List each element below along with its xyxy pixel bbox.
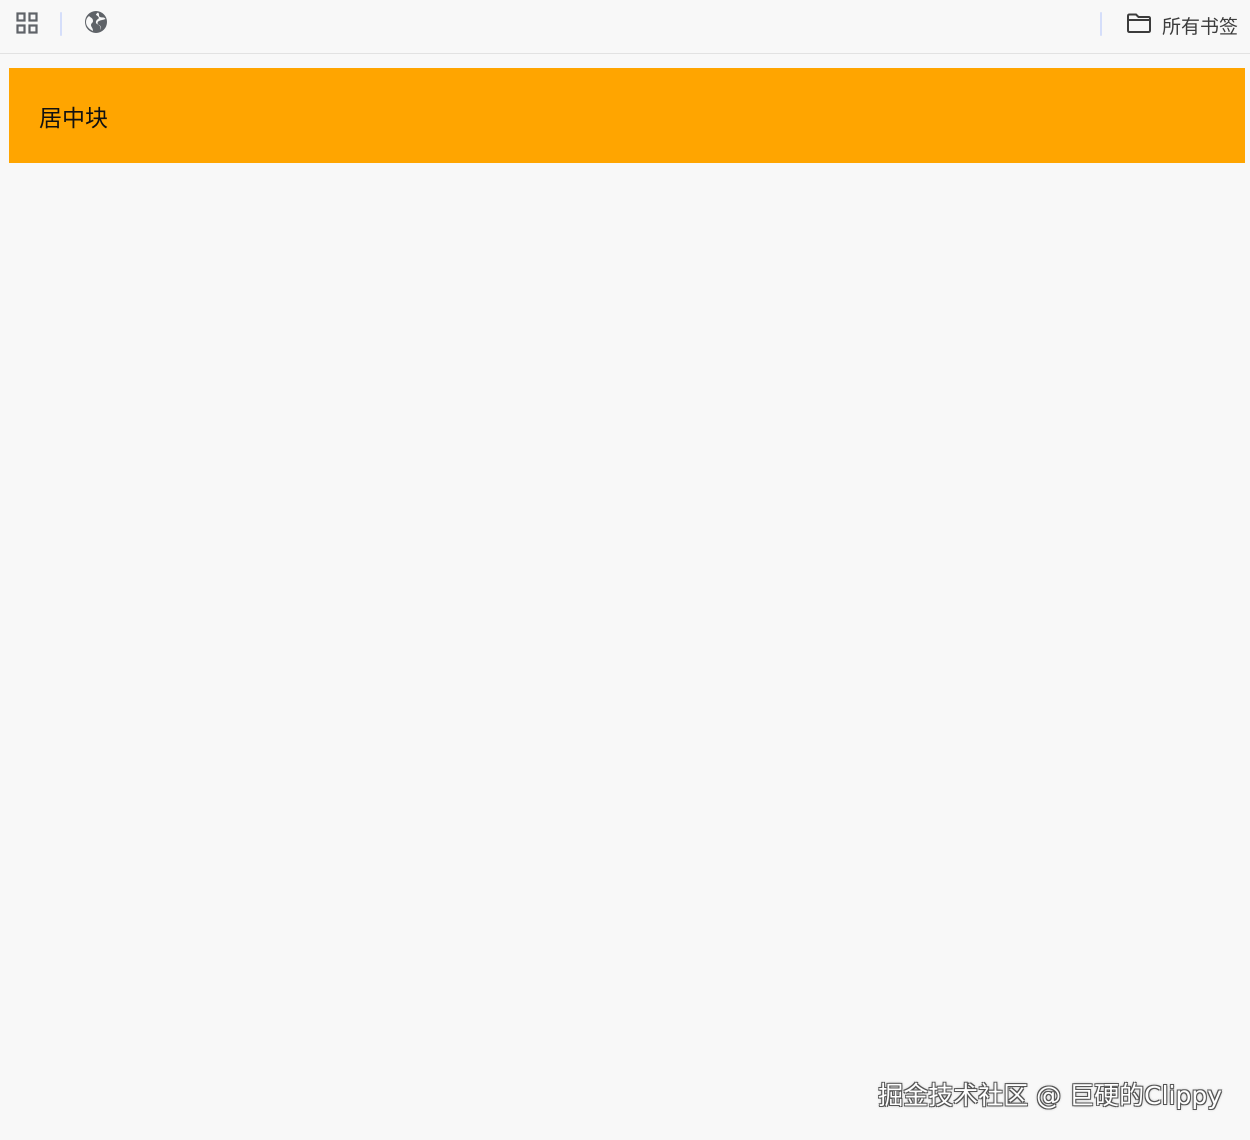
all-bookmarks-button[interactable]: 所有书签	[1120, 8, 1244, 42]
web-bookmark-button[interactable]	[81, 9, 111, 39]
bookmarks-separator	[1100, 12, 1102, 36]
all-bookmarks-label: 所有书签	[1162, 15, 1239, 38]
watermark: 掘金技术社区 @ 巨硬的Clippy	[878, 1081, 1222, 1110]
bookmarks-bar: 所有书签	[0, 0, 1250, 54]
apps-button[interactable]	[12, 10, 42, 40]
center-block-text: 居中块	[39, 105, 108, 132]
apps-grid-icon	[15, 11, 39, 39]
center-block: 居中块	[9, 68, 1245, 163]
globe-icon	[84, 10, 108, 38]
bookmarks-separator	[60, 12, 62, 36]
folder-icon	[1126, 12, 1152, 38]
